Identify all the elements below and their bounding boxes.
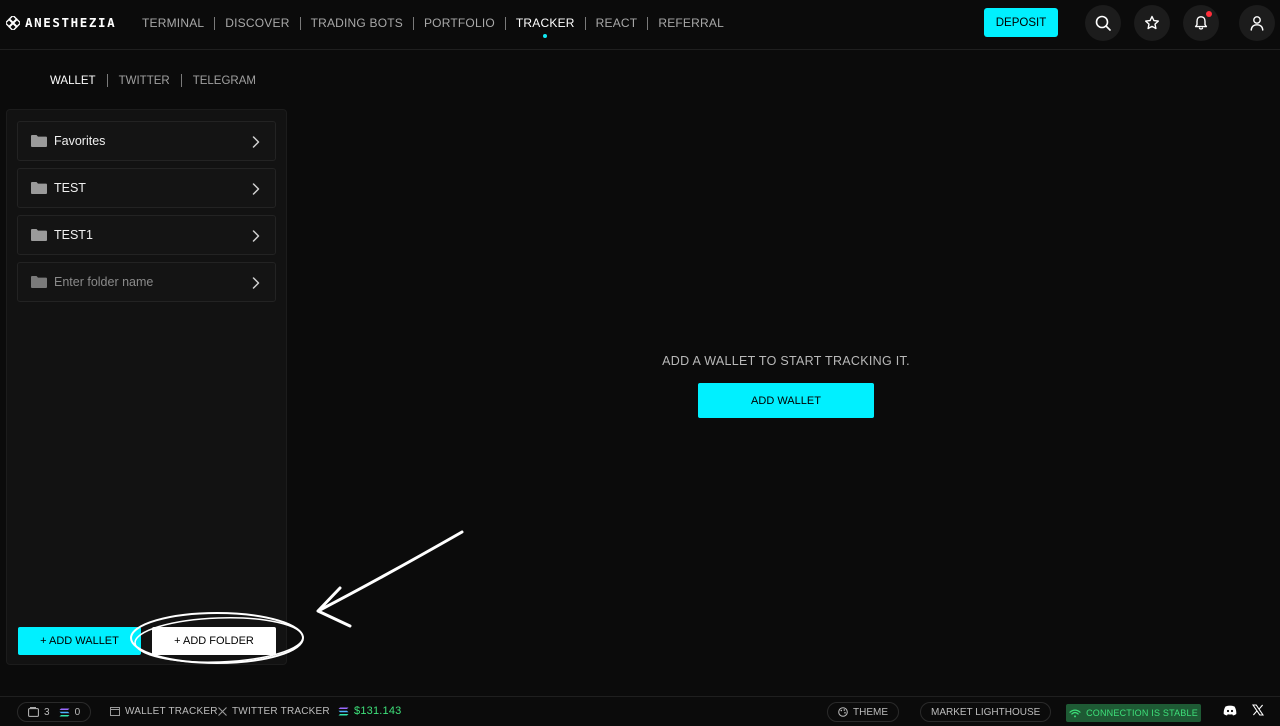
discord-icon[interactable] — [1223, 705, 1237, 716]
tab-twitter[interactable]: TWITTER — [119, 75, 170, 87]
x-social-icon[interactable] — [1252, 704, 1264, 716]
sidebar-add-wallet-button[interactable]: + ADD WALLET — [18, 627, 141, 655]
nav-divider — [412, 16, 414, 30]
folder-item-test1[interactable]: TEST1 — [17, 215, 276, 255]
chevron-right-icon — [252, 183, 260, 195]
solana-icon — [338, 707, 349, 715]
folder-icon — [31, 276, 47, 288]
wallet-tracker-link[interactable]: WALLET TRACKER — [110, 706, 218, 717]
chevron-right-icon[interactable] — [251, 277, 261, 289]
annotation-arrow-head — [316, 586, 352, 628]
notifications-button[interactable] — [1183, 5, 1219, 41]
sol-count: 0 — [74, 706, 81, 718]
folder-icon — [31, 135, 47, 147]
sol-price-ticker[interactable]: $131.143 — [338, 705, 401, 717]
market-lighthouse-label: MARKET LIGHTHOUSE — [931, 706, 1041, 718]
star-icon — [1145, 15, 1159, 30]
tracker-subtabs: WALLET TWITTER TELEGRAM — [50, 74, 256, 87]
logo-mark-icon — [6, 15, 20, 30]
market-lighthouse-button[interactable]: MARKET LIGHTHOUSE — [920, 702, 1052, 722]
folder-icon — [31, 229, 47, 241]
theme-label: THEME — [853, 706, 888, 718]
folder-label: Favorites — [54, 134, 106, 148]
main-nav: TERMINAL DISCOVER TRADING BOTS PORTFOLIO… — [142, 16, 724, 38]
search-icon — [1095, 15, 1111, 31]
nav-trading-bots[interactable]: TRADING BOTS — [311, 16, 403, 30]
nav-react[interactable]: REACT — [596, 16, 638, 30]
solana-icon — [59, 708, 70, 716]
twitter-tracker-label: TWITTER TRACKER — [232, 706, 330, 717]
nav-terminal[interactable]: TERMINAL — [142, 16, 204, 30]
app-logo[interactable]: ANESTHEZIA — [6, 15, 116, 30]
deposit-button[interactable]: DEPOSIT — [984, 8, 1058, 37]
folder-name-input[interactable] — [54, 272, 244, 292]
annotation-arrow-shaft — [318, 530, 464, 612]
add-wallet-button[interactable]: ADD WALLET — [698, 383, 874, 418]
subtab-divider — [106, 74, 108, 87]
tab-wallet[interactable]: WALLET — [50, 75, 96, 87]
notification-badge — [1206, 11, 1212, 17]
nav-divider — [214, 16, 216, 30]
search-button[interactable] — [1085, 5, 1121, 41]
nav-divider — [584, 16, 586, 30]
top-navigation-bar: ANESTHEZIA TERMINAL DISCOVER TRADING BOT… — [0, 0, 1280, 50]
window-icon — [110, 707, 120, 716]
wallet-icon — [28, 707, 39, 717]
bell-icon — [1194, 16, 1208, 30]
subtab-divider — [180, 74, 182, 87]
chevron-right-icon — [252, 136, 260, 148]
folder-label: TEST — [54, 181, 86, 195]
palette-icon — [838, 707, 848, 717]
nav-tracker[interactable]: TRACKER — [516, 16, 575, 38]
folder-sidebar: Favorites TEST TEST1 + ADD WALLET + ADD … — [6, 109, 287, 665]
x-logo-icon — [218, 707, 227, 716]
user-icon — [1250, 16, 1264, 31]
new-folder-row — [17, 262, 276, 302]
wifi-icon — [1069, 709, 1081, 717]
app-name: ANESTHEZIA — [25, 15, 117, 30]
folder-label: TEST1 — [54, 228, 93, 242]
connection-status-label: CONNECTION IS STABLE — [1086, 708, 1198, 718]
twitter-tracker-link[interactable]: TWITTER TRACKER — [218, 706, 330, 717]
connection-status-badge: CONNECTION IS STABLE — [1066, 704, 1201, 722]
nav-divider — [504, 16, 506, 30]
folder-item-favorites[interactable]: Favorites — [17, 121, 276, 161]
wallet-tracker-label: WALLET TRACKER — [125, 706, 218, 717]
nav-divider — [299, 16, 301, 30]
add-folder-button[interactable]: + ADD FOLDER — [152, 627, 276, 655]
status-bar: 3 0 WALLET TRACKER TWITTER TRACKER $131.… — [0, 696, 1280, 726]
profile-button[interactable] — [1239, 5, 1275, 41]
nav-portfolio[interactable]: PORTFOLIO — [424, 16, 495, 30]
tab-telegram[interactable]: TELEGRAM — [193, 75, 256, 87]
nav-discover[interactable]: DISCOVER — [225, 16, 289, 30]
nav-referral[interactable]: REFERRAL — [658, 16, 724, 30]
wallet-count-pill[interactable]: 3 0 — [17, 702, 92, 722]
sol-price: $131.143 — [354, 705, 402, 717]
wallet-count: 3 — [44, 706, 50, 718]
empty-state-message: ADD A WALLET TO START TRACKING IT. — [662, 354, 910, 368]
folder-icon — [31, 182, 47, 194]
theme-button[interactable]: THEME — [827, 702, 899, 722]
chevron-right-icon — [252, 230, 260, 242]
nav-divider — [647, 16, 649, 30]
favorites-button[interactable] — [1134, 5, 1170, 41]
folder-item-test[interactable]: TEST — [17, 168, 276, 208]
